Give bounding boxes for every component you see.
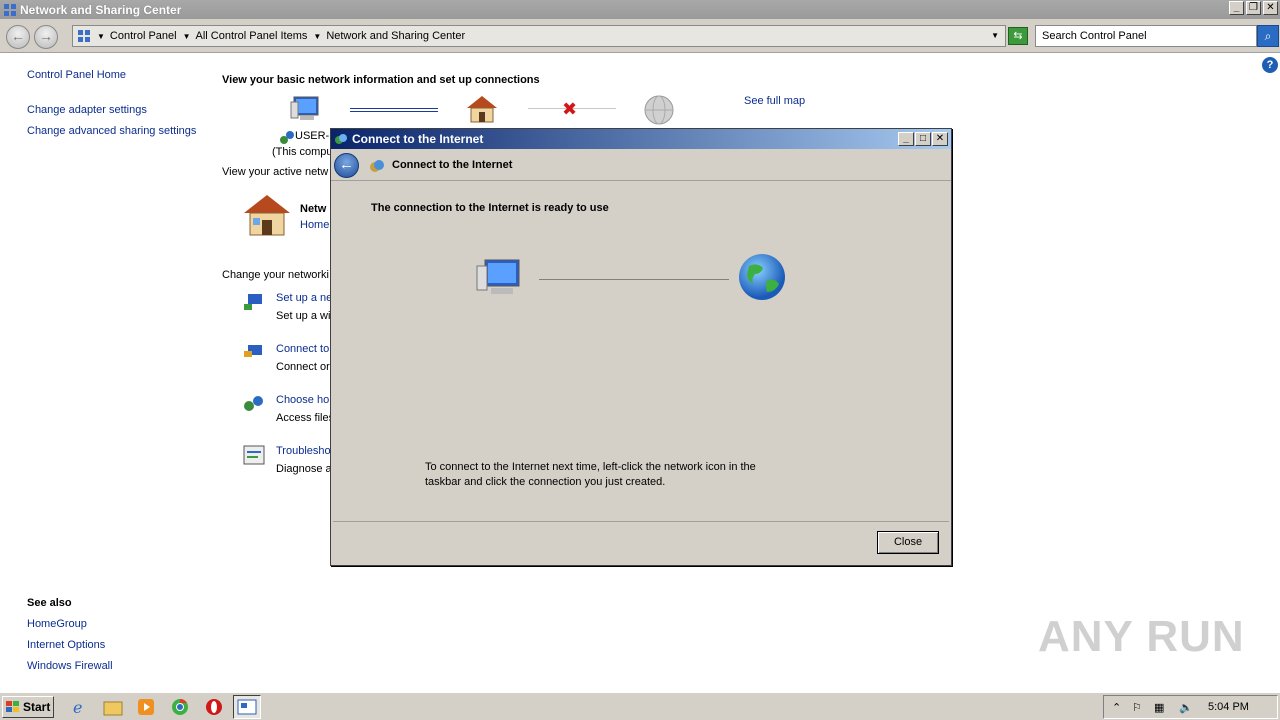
task-troubleshoot-desc: Diagnose a [276, 463, 332, 475]
opera-icon[interactable] [203, 697, 225, 717]
help-icon[interactable]: ? [1262, 57, 1278, 73]
back-button[interactable]: ← [6, 25, 30, 49]
taskbar: Start e ⌃ ⚐ ▦ 🔈 5:04 PM [0, 692, 1280, 720]
home-network-large-icon[interactable] [242, 193, 292, 239]
task-troubleshoot-link[interactable]: Troubleshoo [276, 445, 337, 457]
troubleshoot-icon [243, 445, 265, 465]
chevron-down-icon[interactable]: ▼ [183, 32, 191, 41]
network-app-icon [4, 3, 16, 16]
window-titlebar: Network and Sharing Center _ ❐ ✕ [0, 0, 1280, 19]
media-player-icon[interactable] [135, 697, 157, 717]
anyrun-watermark: ANY RUN [1038, 612, 1245, 661]
dialog-body: The connection to the Internet is ready … [333, 182, 949, 522]
computer-icon [290, 96, 319, 120]
network-small-icon [280, 131, 294, 144]
task-connect-desc: Connect or [276, 361, 330, 373]
connect-network-icon [244, 345, 262, 357]
restore-button[interactable]: ❐ [1246, 1, 1261, 15]
setup-connection-icon [244, 294, 262, 310]
dialog-titlebar: Connect to the Internet [331, 129, 951, 149]
dialog-minimize-button[interactable]: _ [898, 132, 914, 146]
network-type-link[interactable]: Home [300, 219, 329, 231]
connection-line [539, 279, 729, 280]
task-homegroup-link[interactable]: Choose hor [276, 394, 333, 406]
refresh-button[interactable]: ⇆ [1008, 27, 1028, 45]
dialog-header-title: Connect to the Internet [392, 159, 513, 171]
close-button[interactable]: ✕ [1263, 1, 1278, 15]
dialog-title: Connect to the Internet [352, 132, 484, 146]
dialog-back-button[interactable]: ← [334, 153, 359, 178]
dialog-maximize-button[interactable]: □ [915, 132, 931, 146]
task-setup-desc: Set up a wi [276, 310, 331, 322]
forward-button[interactable]: → [34, 25, 58, 49]
see-also-title: See also [27, 597, 72, 609]
nav-control-panel-home[interactable]: Control Panel Home [27, 69, 126, 81]
see-also-homegroup[interactable]: HomeGroup [27, 618, 87, 630]
volume-icon[interactable]: 🔈 [1179, 701, 1193, 714]
search-icon[interactable]: ⌕ [1257, 25, 1279, 47]
control-panel-icon [78, 30, 90, 42]
taskbar-network-center[interactable] [233, 695, 261, 719]
address-field[interactable]: ▼ Control Panel ▼ All Control Panel Item… [72, 25, 1006, 47]
network-tray-icon[interactable]: ▦ [1154, 701, 1164, 714]
see-also-windows-firewall[interactable]: Windows Firewall [27, 660, 113, 672]
breadcrumb-control-panel[interactable]: Control Panel [110, 30, 177, 42]
page-title: View your basic network information and … [222, 74, 540, 86]
chevron-down-icon[interactable]: ▼ [97, 32, 105, 41]
dialog-header: ← Connect to the Internet [331, 150, 951, 181]
change-settings-label: Change your networki [222, 269, 330, 281]
start-label: Start [23, 700, 51, 714]
internet-explorer-icon[interactable]: e [69, 697, 91, 717]
computer-icon [476, 259, 520, 294]
address-dropdown-icon[interactable]: ▼ [991, 31, 999, 40]
computer-sub: (This compu [272, 146, 333, 158]
task-connect-link[interactable]: Connect to [276, 343, 329, 355]
address-bar: ← → ▼ Control Panel ▼ All Control Panel … [0, 19, 1280, 53]
show-hidden-icons[interactable]: ⌃ [1112, 701, 1121, 714]
minimize-button[interactable]: _ [1229, 1, 1244, 15]
network-name: Netw [300, 203, 327, 215]
connection-line-ok [350, 108, 438, 112]
window-title: Network and Sharing Center [20, 2, 182, 17]
disconnected-x-icon: ✖ [562, 99, 578, 119]
task-homegroup-desc: Access files [276, 412, 335, 424]
network-center-icon [237, 699, 257, 715]
see-full-map-link[interactable]: See full map [744, 95, 805, 107]
action-center-flag-icon[interactable]: ⚐ [1132, 701, 1142, 714]
breadcrumb-all-items[interactable]: All Control Panel Items [196, 30, 308, 42]
close-dialog-button[interactable]: Close [877, 531, 939, 554]
chrome-icon[interactable] [169, 697, 191, 717]
nav-change-advanced-sharing[interactable]: Change advanced sharing settings [27, 125, 196, 137]
nav-change-adapter[interactable]: Change adapter settings [27, 104, 147, 116]
active-networks-label: View your active netw [222, 166, 329, 178]
file-explorer-icon[interactable] [102, 697, 124, 717]
internet-globe-gray-icon[interactable] [643, 94, 675, 126]
network-connect-icon [370, 160, 384, 172]
task-setup-link[interactable]: Set up a ne [276, 292, 332, 304]
svg-text:e: e [73, 698, 82, 717]
clock[interactable]: 5:04 PM [1208, 701, 1249, 713]
system-tray: ⌃ ⚐ ▦ 🔈 [1103, 695, 1278, 719]
windows-logo-icon [6, 701, 19, 712]
search-input[interactable]: Search Control Panel [1035, 25, 1257, 47]
chevron-down-icon[interactable]: ▼ [313, 32, 321, 41]
connect-internet-dialog: Connect to the Internet _ □ ✕ ← Connect … [330, 128, 952, 566]
network-connect-icon [335, 134, 347, 144]
home-network-icon[interactable] [465, 94, 499, 124]
dialog-hint-text: To connect to the Internet next time, le… [425, 461, 756, 488]
dialog-close-button[interactable]: ✕ [932, 132, 948, 146]
start-button[interactable]: Start [2, 696, 54, 718]
breadcrumb-network-center[interactable]: Network and Sharing Center [326, 30, 465, 42]
see-also-internet-options[interactable]: Internet Options [27, 639, 105, 651]
homegroup-icon [244, 396, 263, 411]
internet-globe-icon [739, 254, 785, 300]
ready-message: The connection to the Internet is ready … [371, 202, 609, 214]
